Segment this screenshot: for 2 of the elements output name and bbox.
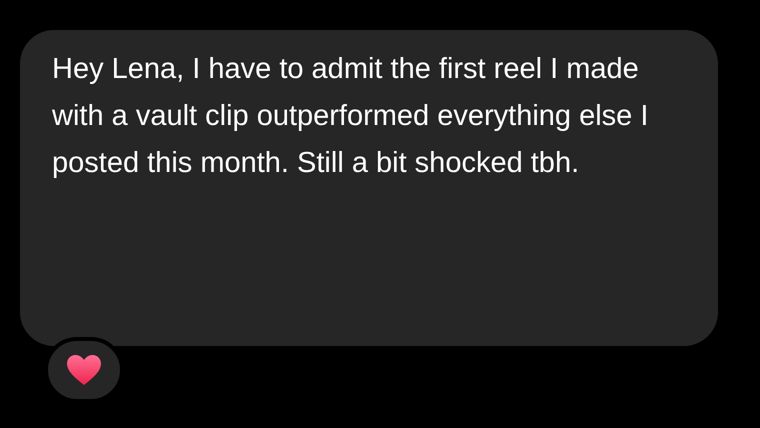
message-text: Hey Lena, I have to admit the first reel I made with a vault clip outperformed everything else I posted this month. Still a bit shocked tbh. xyxy=(52,52,650,181)
heart-icon xyxy=(66,354,102,386)
